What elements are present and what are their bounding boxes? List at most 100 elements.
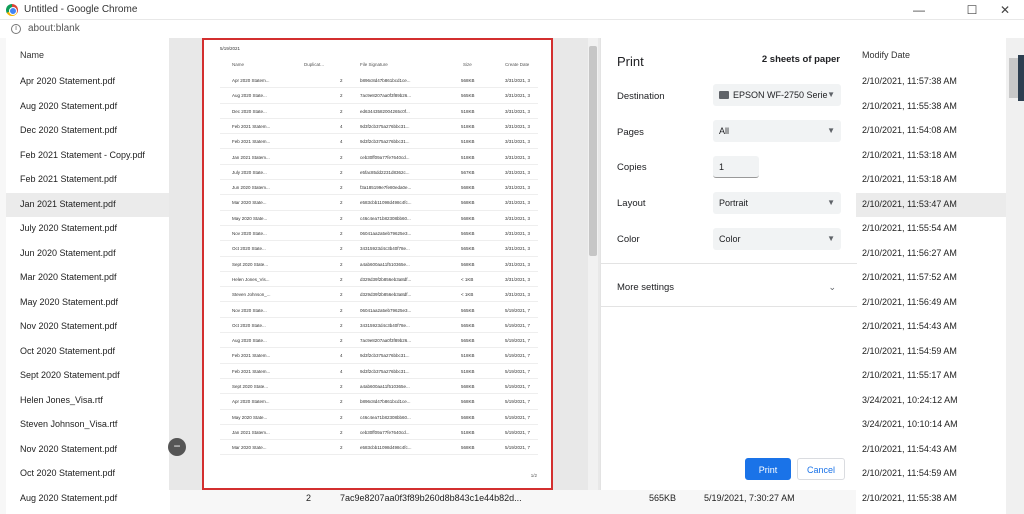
create-date: 5/19/2021, 7:30:27 AM <box>704 492 795 503</box>
file-signature: 7ac9e8207aa0f3f89b260d8b843c1e44b82d... <box>340 492 522 503</box>
preview-cell-create-date: 5/19/2021, 7 <box>505 414 531 420</box>
preview-cell-create-date: 3/31/2021, 3 <box>505 139 531 145</box>
modify-date: 2/10/2021, 11:57:52 AM <box>862 272 957 282</box>
preview-cell-name: Apr 2020 Statem... <box>232 399 270 405</box>
preview-cell-name: May 2020 State... <box>232 414 268 420</box>
preview-cell-duplicates: 2 <box>340 231 343 236</box>
close-button[interactable]: ✕ <box>990 0 1020 20</box>
preview-cell-duplicates: 2 <box>340 414 343 420</box>
preview-row: Apr 2020 Statem... 2 b896c8d47b861bcd1ce..… <box>220 394 538 410</box>
preview-cell-duplicates: 2 <box>340 445 343 451</box>
preview-cell-name: Jan 2021 Statem... <box>232 154 270 160</box>
file-name: Oct 2020 Statement.pdf <box>20 345 116 356</box>
maximize-button[interactable]: ☐ <box>957 0 987 20</box>
preview-cell-duplicates: 2 <box>340 307 343 313</box>
preview-cell-create-date: 3/31/2021, 3 <box>505 261 531 267</box>
preview-row: Feb 2021 Statem... 4 9d3f2cb375a276bbc31..… <box>220 348 538 364</box>
printer-icon <box>719 90 729 99</box>
preview-cell-duplicates: 2 <box>340 429 343 435</box>
title-bar: Untitled - Google Chrome — ☐ ✕ <box>0 0 1024 20</box>
preview-cell-create-date: 5/19/2021, 7 <box>505 307 531 313</box>
minimize-button[interactable]: — <box>904 0 934 20</box>
preview-cell-size: 568KB <box>461 185 475 191</box>
preview-cell-size: 568KB <box>461 200 475 206</box>
preview-cell-name: Sept 2020 State... <box>232 261 269 267</box>
preview-cell-size: < 1KB <box>461 292 474 298</box>
preview-cell-duplicates: 2 <box>340 108 343 114</box>
zoom-out-button[interactable]: − <box>168 438 186 456</box>
preview-cell-name: Steven Johnson_... <box>232 292 271 298</box>
copies-input[interactable]: 1 <box>713 156 759 178</box>
preview-cell-duplicates: 2 <box>340 246 343 252</box>
preview-cell-create-date: 3/31/2021, 3 <box>505 123 531 129</box>
table-row[interactable]: Aug 2020 Statement.pdf 2/10/2021, 11:55:3… <box>6 487 1006 512</box>
duplicate-count: 2 <box>306 492 312 503</box>
scrollbar[interactable] <box>1006 38 1024 514</box>
color-select[interactable]: Color ▼ <box>713 228 841 250</box>
preview-cell-signature: 06041aa2a5eb79625e3... <box>360 307 412 313</box>
url-text[interactable]: about:blank <box>28 23 80 34</box>
preview-cell-signature: e583cbb11098d498c4fc... <box>360 200 412 206</box>
modify-date-header[interactable]: Modify Date <box>862 50 910 60</box>
preview-cell-name: Sept 2020 State... <box>232 384 269 389</box>
preview-cell-name: Aug 2020 State... <box>232 338 267 344</box>
file-name: Mar 2020 Statement.pdf <box>20 272 117 282</box>
address-bar: i about:blank <box>0 20 1024 38</box>
copies-label: Copies <box>617 162 647 173</box>
modify-date: 2/10/2021, 11:53:18 AM <box>862 174 957 184</box>
preview-cell-duplicates: 4 <box>340 353 343 359</box>
preview-row: Helen Jones_Vis... 2 d329d39f2b856eb3a8df.… <box>220 272 538 288</box>
preview-cell-signature: c46c4ea71b82308bb60... <box>360 414 411 420</box>
modify-date: 2/10/2021, 11:53:18 AM <box>862 149 957 160</box>
preview-cell-duplicates: 2 <box>340 78 343 83</box>
print-button[interactable]: Print <box>745 458 791 480</box>
preview-cell-name: May 2020 State... <box>232 215 268 221</box>
preview-page: 5/19/2021 Name Duplicat... File Signatur… <box>202 38 553 490</box>
preview-cell-duplicates: 2 <box>340 338 343 344</box>
preview-cell-name: Jun 2020 Statem... <box>232 185 270 191</box>
preview-cell-duplicates: 2 <box>340 93 343 99</box>
chevron-down-icon: ▼ <box>827 126 835 135</box>
preview-cell-duplicates: 2 <box>340 169 343 175</box>
preview-row: Apr 2020 Statem... 2 b896c8d47b861bcd1ce..… <box>220 73 538 89</box>
chevron-down-icon[interactable]: ⌄ <box>828 282 836 293</box>
color-value: Color <box>719 234 741 244</box>
modify-date: 2/10/2021, 11:56:49 AM <box>862 296 957 307</box>
preview-cell-create-date: 5/19/2021, 7 <box>505 445 531 451</box>
preview-cell-name: Jan 2021 Statem... <box>232 429 270 435</box>
preview-row: Steven Johnson_... 2 d329d39f2b856eb3a8df.… <box>220 287 538 303</box>
preview-row: Nov 2020 State... 2 06041aa2a5eb79625e3...… <box>220 303 538 318</box>
layout-select[interactable]: Portrait ▼ <box>713 192 841 214</box>
preview-row: Jan 2021 Statem... 2 ceb30ff09a77fe7640cd.… <box>220 425 538 441</box>
preview-cell-size: 568KB <box>461 399 475 405</box>
destination-select[interactable]: EPSON WF-2750 Serie ▼ <box>713 84 841 106</box>
preview-cell-size: 518KB <box>461 429 475 435</box>
preview-cell-size: 565KB <box>461 307 475 313</box>
preview-scrollbar-thumb[interactable] <box>589 46 597 256</box>
preview-cell-signature: 9d3f2cb375a276bbc31... <box>360 139 410 145</box>
background-app-strip <box>1018 55 1024 101</box>
name-header[interactable]: Name <box>20 50 44 60</box>
divider <box>601 263 857 264</box>
preview-cell-signature: ed63443582004265c0f... <box>360 108 410 114</box>
preview-cell-create-date: 5/19/2021, 7 <box>505 322 531 328</box>
preview-cell-signature: a4ab600aa11f510365e... <box>360 384 410 389</box>
modify-date: 2/10/2021, 11:54:08 AM <box>862 125 957 135</box>
preview-cell-create-date: 3/31/2021, 3 <box>505 231 531 236</box>
pages-label: Pages <box>617 127 644 138</box>
preview-cell-signature: f3a185199e7fe80eda0e... <box>360 185 412 191</box>
modify-date: 3/24/2021, 10:24:12 AM <box>862 394 958 405</box>
preview-cell-create-date: 5/19/2021, 7 <box>505 399 531 405</box>
info-icon[interactable]: i <box>11 24 21 34</box>
more-settings-toggle[interactable]: More settings <box>617 282 674 293</box>
preview-cell-create-date: 3/31/2021, 3 <box>505 169 531 175</box>
pages-select[interactable]: All ▼ <box>713 120 841 142</box>
file-name: Feb 2021 Statement.pdf <box>20 174 117 184</box>
preview-cell-create-date: 5/19/2021, 7 <box>505 368 531 374</box>
preview-cell-name: Feb 2021 Statem... <box>232 139 271 145</box>
preview-cell-duplicates: 2 <box>340 200 343 206</box>
modify-date: 2/10/2021, 11:55:17 AM <box>862 370 957 380</box>
color-label: Color <box>617 234 640 245</box>
print-dialog: Print 2 sheets of paper Destination EPSO… <box>600 38 857 490</box>
cancel-button[interactable]: Cancel <box>797 458 845 480</box>
